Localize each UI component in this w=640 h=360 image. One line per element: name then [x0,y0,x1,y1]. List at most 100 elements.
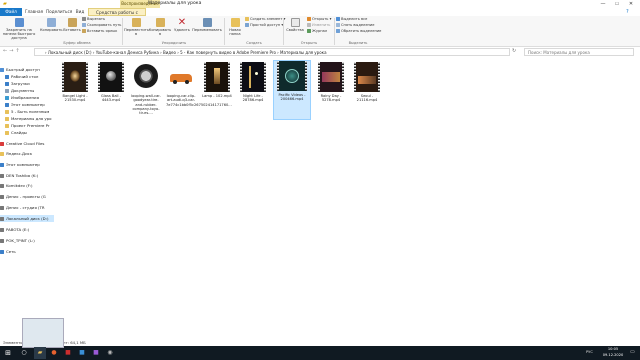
new-item-button[interactable]: Создать элемент ▾ [245,17,285,22]
sidebar-item-folder[interactable]: Слайды [0,129,27,136]
copy-to-icon [155,18,165,27]
copy-button[interactable]: Копировать [40,17,62,41]
help-icon[interactable]: ? [626,9,629,15]
file-item[interactable]: Bangel Light - 21530.mp4 [60,62,90,120]
sidebar-item-folder[interactable]: 5 - Быть полезным [0,108,49,115]
easy-access-button[interactable]: Простой доступ ▾ [245,23,283,28]
move-to-button[interactable]: Переместить в [124,17,149,41]
folder-icon [5,117,9,121]
sidebar-item-desktop[interactable]: Рабочий стол [0,73,38,80]
file-item[interactable]: Lamp - 102.mp4 [202,62,232,120]
up-arrow-icon[interactable]: ↑ [15,48,21,54]
paste-button[interactable]: Вставить [62,17,82,41]
file-item[interactable]: Glass Ball - 4443.mp4 [96,62,126,120]
new-folder-button[interactable]: Новая папка [226,17,244,41]
minimize-button[interactable]: — [596,0,610,8]
edit-button[interactable]: Изменить [307,23,330,28]
paste-shortcut-button[interactable]: Вставить ярлык [82,29,117,34]
sidebar-item-quick-access[interactable]: Быстрый доступ [0,66,40,73]
copy-path-button[interactable]: Скопировать путь [82,23,121,28]
tab-view[interactable]: Вид [72,8,88,16]
notification-icon[interactable]: ▭ [630,349,635,355]
desktop-icon [5,75,9,79]
tab-file[interactable]: Файл [0,8,22,16]
sidebar-item-network[interactable]: Сеть [0,248,16,255]
tab-home[interactable]: Главная [22,8,46,16]
sidebar-item-drive[interactable]: PABOTA (E:) [0,226,29,233]
firefox-icon[interactable]: ● [48,347,60,359]
sidebar-item-documents[interactable]: Документы [0,87,34,94]
sidebar-label: Материалы для уро [11,116,52,121]
drive-icon [0,239,4,243]
cloud-folder-icon [0,152,4,156]
app-icon[interactable]: ◉ [104,347,116,359]
address-bar[interactable]: › Локальный диск (D:) › YouTube-канал Де… [34,48,510,56]
sidebar-item-this-pc[interactable]: Этот компьютер [0,101,45,108]
easy-access-icon [245,23,249,27]
copy-to-button[interactable]: Копировать в [148,17,172,41]
drive-icon [0,217,4,221]
group-separator [283,18,284,45]
file-item[interactable]: looping-car-clip-art-audi-q3-car-7e774c1… [166,62,232,120]
tray-clock[interactable]: 10:05 09.12.2020 [602,346,624,358]
select-none-button[interactable]: Снять выделение [336,23,374,28]
tab-share[interactable]: Поделиться [46,8,72,16]
sidebar-item-drive[interactable]: Денис - проекты (G [0,193,46,200]
refresh-icon[interactable]: ↻ [512,48,516,54]
clock-date: 09.12.2020 [602,353,624,357]
scissors-icon [82,17,86,21]
sidebar-item-local-disk-d[interactable]: Локальный диск (D:) [0,215,54,222]
sidebar-item-drive[interactable]: Komikdev (F:) [0,182,33,189]
open-label: Открыть [312,17,329,21]
drive-icon [0,228,4,232]
file-name: Glass Ball - 4443.mp4 [101,94,121,103]
file-item[interactable]: Rainy Day - 5278.mp4 [316,62,346,120]
file-explorer-icon[interactable]: ▰ [34,347,46,359]
creative-cloud-icon [0,142,4,146]
sidebar-item-downloads[interactable]: Загрузки [0,80,30,87]
sidebar-item-folder[interactable]: Материалы для уро [0,115,52,122]
sidebar-item-creative-cloud[interactable]: Creative Cloud Files [0,140,44,147]
group-clipboard: Буфер обмена [63,41,91,45]
open-button[interactable]: Открыть ▾ [307,17,331,22]
sidebar-item-folder[interactable]: Проект Premiere Pr [0,122,50,129]
sidebar-item-drive[interactable]: Денис - студия (TR [0,204,45,211]
nav-arrows[interactable]: ←→↑ [3,48,22,54]
sidebar-item-yandex-disk[interactable]: Яндекс.Диск [0,150,32,157]
properties-button[interactable]: Свойства [285,17,305,41]
language-indicator[interactable]: РУС [586,350,593,354]
search-icon[interactable]: ○ [18,347,30,359]
search-input[interactable]: Поиск: Материалы для урока [524,48,634,56]
sidebar-item-this-pc[interactable]: Этот компьютер [0,161,40,168]
drive-icon [0,206,4,210]
sidebar-label: Сеть [6,249,16,254]
sidebar-item-drive[interactable]: DEN Toshiba (K:) [0,172,38,179]
start-windows-icon[interactable]: ⊞ [2,347,14,359]
file-item[interactable]: Night Life - 28786.mp4 [238,62,268,120]
close-button[interactable]: ✕ [624,0,638,8]
file-item[interactable]: Seoul - 21116.mp4 [352,62,382,120]
sidebar-item-drive[interactable]: POK_TPINT (L:) [0,237,35,244]
file-item[interactable]: looping-wall-car-goodyear-tire-and-rubbe… [131,62,161,120]
pin-quick-access-button[interactable]: Закрепить на панели быстрого доступа [1,17,37,41]
cut-button[interactable]: Вырезать [82,17,105,22]
rename-button[interactable]: Переименовать [192,17,222,41]
premiere-icon[interactable]: ■ [90,347,102,359]
folder-icon [5,110,9,114]
app-icon[interactable]: ■ [76,347,88,359]
rename-label: Переименовать [192,28,222,32]
taskbar-window-preview[interactable] [22,318,64,348]
car-thumb-icon [168,62,194,92]
file-item-selected[interactable]: Pacific Videos - 200466.mp4 [273,60,311,120]
sidebar-item-pictures[interactable]: Изображения [0,94,39,101]
invert-selection-label: Обратить выделение [341,29,382,33]
delete-button[interactable]: ✕ Удалить [172,17,192,41]
maximize-button[interactable]: ☐ [610,0,624,8]
tab-video-tools[interactable]: Средства работы с видео [88,8,146,23]
sidebar-label: Слайды [11,130,27,135]
select-all-button[interactable]: Выделить все [336,17,367,22]
app-icon[interactable]: ■ [62,347,74,359]
history-button[interactable]: Журнал [307,29,327,34]
invert-selection-button[interactable]: Обратить выделение [336,29,381,34]
paste-shortcut-label: Вставить ярлык [87,29,118,33]
